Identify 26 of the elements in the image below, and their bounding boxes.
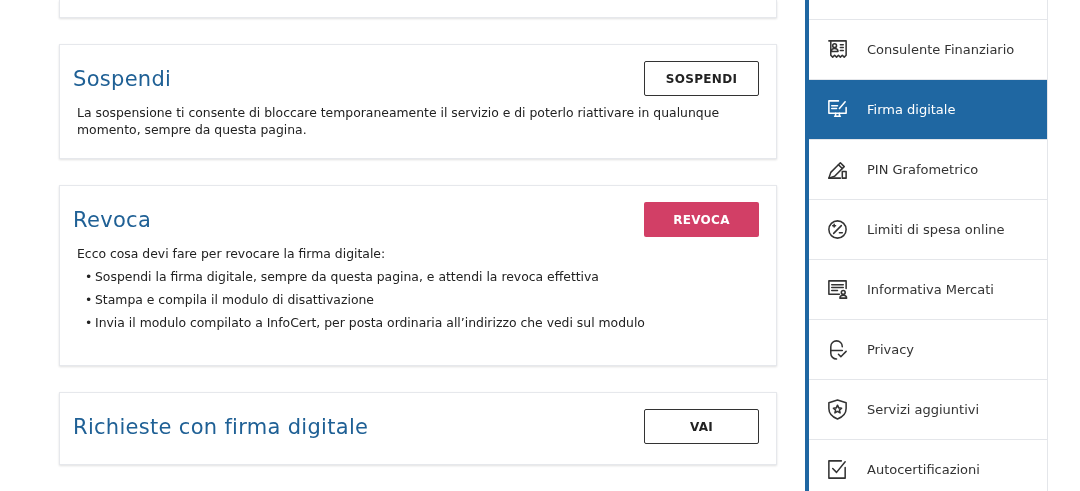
section-title: Sospendi bbox=[73, 66, 172, 91]
action-button[interactable]: REVOCA bbox=[644, 202, 759, 237]
bullet-icon: • bbox=[85, 314, 95, 331]
action-button[interactable]: SOSPENDI bbox=[644, 61, 759, 96]
description-text: La sospensione ti consente di bloccare temporaneamente il servizio e di poterlo riattivare in qualunque momento, sempre da questa pagina. bbox=[77, 104, 721, 138]
section-title: Revoca bbox=[73, 207, 152, 232]
sidebar-item[interactable]: Privacy bbox=[809, 320, 1047, 380]
document-person-icon bbox=[826, 278, 849, 301]
percent-icon bbox=[826, 218, 849, 241]
sidebar-item[interactable]: Firma digitale bbox=[809, 80, 1047, 140]
sidebar-item[interactable]: Autocertificazioni bbox=[809, 440, 1047, 491]
sidebar-item[interactable]: PIN Grafometrico bbox=[809, 140, 1047, 200]
section-title: Richieste con firma digitale bbox=[73, 414, 369, 439]
checkbox-icon bbox=[826, 458, 849, 481]
bullet-icon: • bbox=[85, 268, 95, 285]
sidebar-item[interactable]: Limiti di spesa online bbox=[809, 200, 1047, 260]
contact-card-icon bbox=[826, 38, 849, 61]
sidebar-item[interactable]: Informativa Mercati bbox=[809, 260, 1047, 320]
shield-star-icon bbox=[826, 398, 849, 421]
action-button[interactable]: VAI bbox=[644, 409, 759, 444]
sidebar-item[interactable]: Servizi aggiuntivi bbox=[809, 380, 1047, 440]
list-item: Sospendi la firma digitale, sempre da questa pagina, e attendi la revoca effettiva bbox=[95, 268, 599, 285]
description-text: Ecco cosa devi fare per revocare la firma digitale: bbox=[77, 245, 387, 262]
bullet-icon: • bbox=[85, 291, 95, 308]
list-item: Stampa e compila il modulo di disattivazione bbox=[95, 291, 374, 308]
list-item: Invia il modulo compilato a InfoCert, per posta ordinaria all’indirizzo che vedi sul modulo bbox=[95, 314, 645, 331]
